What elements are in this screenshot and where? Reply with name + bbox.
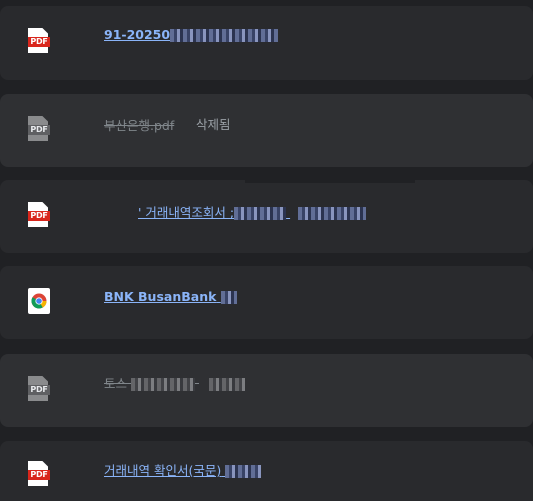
download-item[interactable]: PDF 91-20250 [0,6,533,80]
overlay-strip [245,177,415,183]
download-item[interactable]: BNK BusanBank [0,266,533,339]
redacted-text [170,29,279,42]
downloads-list: PDF 91-20250 PDF 부산은행.pdf 삭제됨 PDF ' 거래내역… [0,0,533,501]
pdf-icon: PDF [28,202,50,228]
redacted-text [220,291,237,304]
pdf-icon: PDF [28,461,50,487]
download-title-link[interactable]: 거래내역 확인서(국문) [104,460,262,479]
pdf-icon: PDF [28,116,50,142]
download-item[interactable]: PDF 부산은행.pdf 삭제됨 [0,94,533,167]
redacted-text [131,378,195,391]
download-item[interactable]: PDF 거래내역 확인서(국문) [0,441,533,501]
pdf-icon: PDF [28,376,50,402]
download-item[interactable]: PDF ' 거래내역조회서 ; [0,180,533,253]
redacted-text [234,207,287,220]
deleted-status: 삭제됨 [196,117,231,132]
download-title: 토스 [104,373,245,392]
download-title-link[interactable]: BNK BusanBank [104,289,237,304]
redacted-text [225,465,262,478]
chrome-icon [28,288,50,314]
redacted-text [208,378,245,391]
pdf-icon: PDF [28,28,50,54]
download-title-link[interactable]: ' 거래내역조회서 ; [138,202,367,221]
download-item[interactable]: PDF 토스 [0,354,533,427]
redacted-text [298,207,367,220]
download-title-link[interactable]: 91-20250 [104,27,279,42]
download-title: 부산은행.pdf [104,118,175,133]
